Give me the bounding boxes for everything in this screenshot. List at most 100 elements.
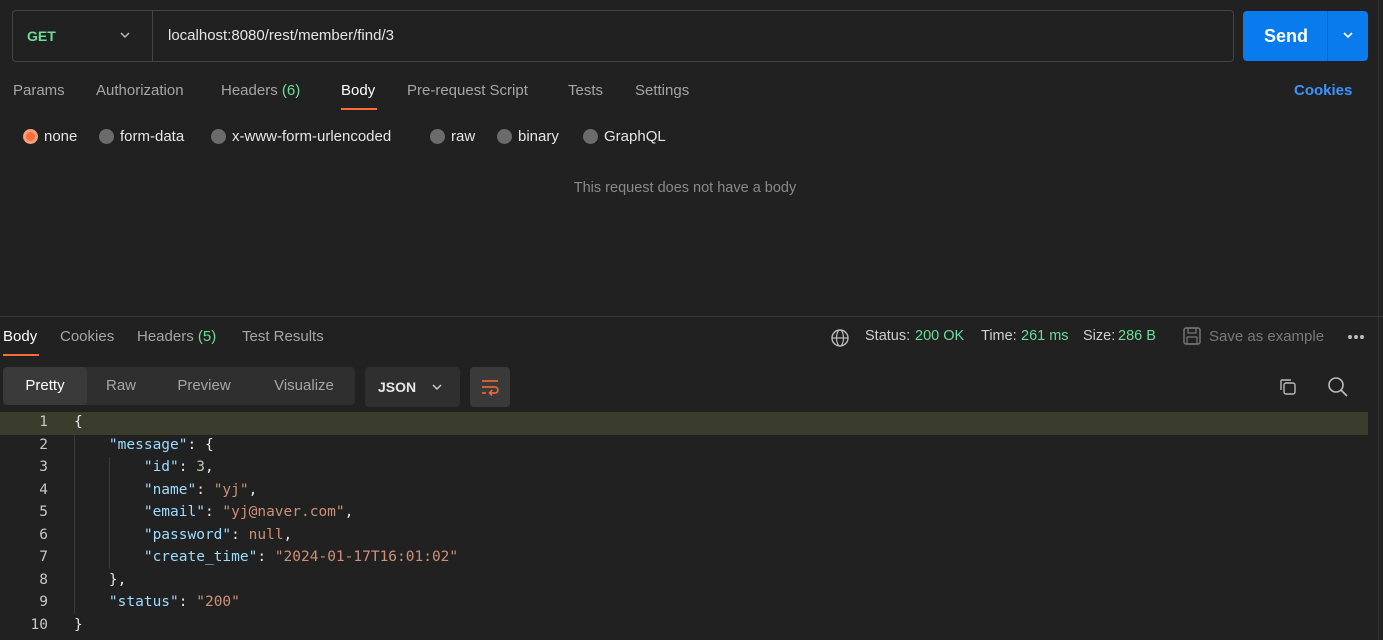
tab-settings[interactable]: Settings [635, 82, 689, 99]
wrap-lines-button[interactable] [470, 367, 510, 407]
active-response-tab-indicator [3, 354, 39, 356]
cookies-link[interactable]: Cookies [1294, 82, 1352, 99]
code-line: 2 "message": { [0, 435, 1368, 458]
time-value[interactable]: 261 ms [1021, 328, 1069, 344]
radio-label: binary [518, 128, 559, 145]
line-number: 8 [39, 571, 48, 588]
json-value: "yj" [213, 481, 249, 498]
tab-tests[interactable]: Tests [568, 82, 603, 99]
url-bar: GET localhost:8080/rest/member/find/3 [12, 10, 1234, 62]
json-key: "email" [143, 504, 205, 520]
response-tab-cookies[interactable]: Cookies [60, 328, 114, 345]
json-value: null [248, 526, 284, 543]
tab-body[interactable]: Body [341, 82, 375, 99]
line-number: 6 [39, 526, 48, 543]
json-value: 3 [196, 459, 205, 475]
view-preview[interactable]: Preview [155, 367, 253, 405]
radio-label: raw [451, 128, 476, 145]
method-select[interactable]: GET [13, 11, 153, 61]
json-key: "create_time" [143, 549, 258, 565]
json-key: "password" [143, 526, 232, 543]
code-line: 8 }, [0, 570, 1368, 593]
json-key: "message" [108, 436, 188, 453]
status-value[interactable]: 200 OK [915, 328, 964, 344]
code-line: 3 "id": 3, [0, 457, 1368, 480]
url-input[interactable]: localhost:8080/rest/member/find/3 [168, 27, 394, 44]
size-value[interactable]: 286 B [1118, 328, 1156, 344]
save-as-example-button[interactable]: Save as example [1209, 328, 1324, 345]
line-content: "password": null, [143, 526, 293, 543]
size-label: Size: [1083, 328, 1116, 344]
line-content: } [74, 616, 83, 633]
line-content: { [74, 414, 83, 430]
line-content: "email": "yj@naver.com", [143, 504, 354, 520]
code-line: 5 "email": "yj@naver.com", [0, 502, 1368, 525]
line-number: 1 [39, 414, 48, 430]
json-value: "200" [196, 594, 240, 610]
line-number: 10 [30, 616, 48, 633]
response-tab-headers[interactable]: Headers (5) [137, 328, 216, 345]
globe-icon[interactable] [830, 328, 850, 348]
pane-divider[interactable] [0, 316, 1383, 317]
line-content: "name": "yj", [143, 481, 258, 498]
copy-icon[interactable] [1278, 377, 1298, 397]
chevron-down-icon [120, 32, 130, 39]
response-tab-test-results[interactable]: Test Results [242, 328, 324, 345]
send-button[interactable]: Send [1243, 11, 1368, 61]
empty-body-message: This request does not have a body [573, 180, 797, 196]
line-content: "message": { [108, 436, 214, 453]
response-tab-body[interactable]: Body [3, 328, 37, 345]
radio-label: GraphQL [604, 128, 666, 145]
radio-dot [99, 129, 114, 144]
line-number: 7 [39, 549, 48, 565]
json-value: "2024-01-17T16:01:02" [274, 549, 459, 565]
active-tab-indicator [341, 108, 377, 110]
tab-params[interactable]: Params [13, 82, 65, 99]
indent-guide [109, 457, 110, 569]
json-key: "name" [143, 481, 197, 498]
time-label: Time: [981, 328, 1017, 344]
radio-dot [211, 129, 226, 144]
json-key: "status" [108, 594, 179, 610]
line-content: "create_time": "2024-01-17T16:01:02" [143, 549, 459, 565]
tab-headers[interactable]: Headers (6) [221, 82, 300, 99]
code-line: 6 "password": null, [0, 525, 1368, 548]
json-value: "yj@naver.com" [222, 504, 345, 520]
radio-dot [23, 129, 38, 144]
tab-pre-request-script[interactable]: Pre-request Script [407, 82, 528, 99]
send-label: Send [1264, 26, 1309, 46]
format-label: JSON [378, 379, 417, 395]
view-raw[interactable]: Raw [87, 367, 155, 405]
view-mode-selector: Pretty Raw Preview Visualize [3, 367, 355, 405]
scrollbar[interactable] [1378, 0, 1379, 640]
send-divider [1327, 11, 1328, 61]
line-content: "status": "200" [108, 594, 240, 610]
search-icon[interactable] [1327, 376, 1349, 398]
format-select[interactable]: JSON [365, 367, 460, 407]
tab-headers-label: Headers [221, 82, 278, 99]
radio-label: form-data [120, 128, 185, 145]
line-number: 9 [39, 594, 48, 610]
more-icon[interactable] [1347, 334, 1365, 340]
chevron-down-icon[interactable] [1340, 27, 1356, 43]
code-line: 4 "name": "yj", [0, 480, 1368, 503]
tab-authorization[interactable]: Authorization [96, 82, 184, 99]
json-key: "id" [143, 459, 179, 475]
response-tab-headers-label: Headers [137, 328, 194, 345]
radio-label: x-www-form-urlencoded [232, 128, 392, 145]
code-line: 1 { [0, 412, 1368, 435]
code-line: 7 "create_time": "2024-01-17T16:01:02" [0, 547, 1368, 570]
radio-dot [497, 129, 512, 144]
method-label: GET [27, 28, 56, 44]
line-content: }, [74, 571, 127, 588]
response-body-viewer[interactable]: 1 { 2 "message": { 3 "id": 3, 4 "name": … [0, 412, 1370, 640]
line-number: 5 [39, 504, 48, 520]
view-pretty[interactable]: Pretty [3, 367, 87, 405]
radio-dot [430, 129, 445, 144]
view-visualize[interactable]: Visualize [253, 367, 355, 405]
status-label: Status: [865, 328, 911, 344]
code-line: 9 "status": "200" [0, 592, 1368, 615]
radio-label: none [44, 128, 78, 145]
tab-headers-count: (6) [281, 82, 301, 99]
response-tab-headers-count: (5) [197, 328, 217, 345]
